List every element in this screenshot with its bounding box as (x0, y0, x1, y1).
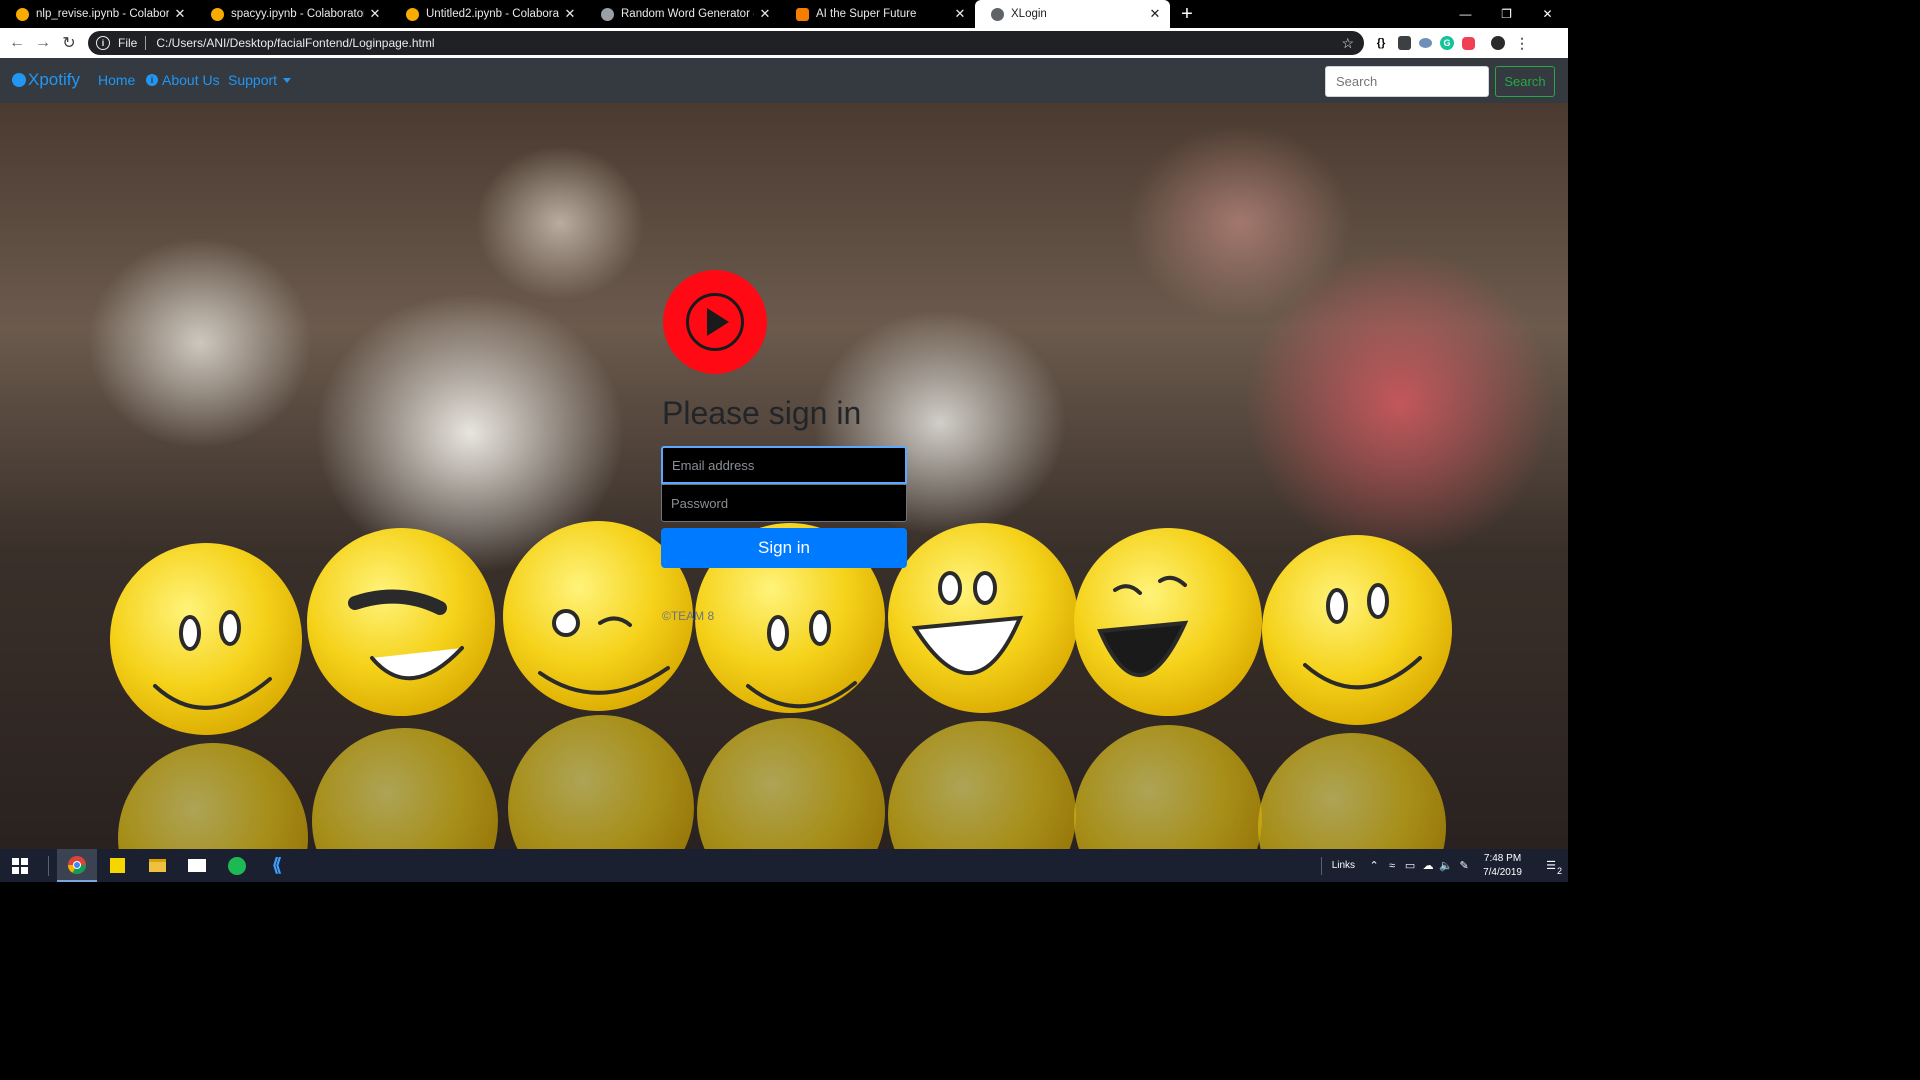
tray-divider (1320, 856, 1322, 875)
clock-date: 7/4/2019 (1483, 866, 1522, 878)
volume-icon[interactable]: 🔈 (1437, 859, 1455, 872)
close-tab-icon[interactable]: ✕ (368, 6, 382, 22)
nav-support-dropdown[interactable]: Support (228, 72, 292, 88)
globe-icon (991, 7, 1004, 21)
tab-title: XLogin (1011, 8, 1047, 20)
nav-home-link[interactable]: Home (98, 72, 135, 88)
system-clock[interactable]: 7:48 PM 7/4/2019 (1483, 852, 1522, 880)
info-circle-icon: i (146, 74, 158, 86)
address-scheme-label: File (118, 36, 138, 50)
close-tab-icon[interactable]: ✕ (173, 6, 187, 22)
browser-tab[interactable]: Random Word Generator - Parag ✕ (585, 0, 780, 28)
music-logo-icon (663, 270, 767, 374)
vscode-icon[interactable]: ⟪ (257, 849, 297, 882)
nav-about-label: About Us (162, 72, 220, 88)
mask-extension-icon[interactable] (1419, 38, 1432, 48)
nav-support-label: Support (228, 72, 278, 88)
site-navbar: Xpotify Home i About Us Support Search (0, 58, 1568, 103)
password-field[interactable] (661, 484, 907, 522)
file-explorer-icon[interactable] (137, 849, 177, 882)
folder-glyph (148, 859, 166, 872)
play-ring (686, 293, 744, 351)
browser-tab[interactable]: Untitled2.ipynb - Colaboratory ✕ (390, 0, 585, 28)
tab-title: Random Word Generator - Parag (621, 8, 754, 20)
chrome-icon[interactable] (57, 849, 97, 882)
reload-icon[interactable]: ↻ (56, 30, 82, 56)
battery-icon[interactable]: ▭ (1401, 859, 1419, 872)
extensions-area: {} G ⋮ (1372, 31, 1531, 55)
bookmark-star-icon[interactable]: ☆ (1341, 35, 1354, 52)
notification-count: 2 (1556, 866, 1562, 876)
browser-tab[interactable]: nlp_revise.ipynb - Colaboratory ✕ (0, 0, 195, 28)
brand-link[interactable]: Xpotify (12, 70, 80, 90)
divider (145, 36, 147, 50)
back-arrow-icon[interactable]: ← (4, 30, 30, 56)
profile-avatar-icon[interactable] (1491, 36, 1505, 50)
sign-in-button[interactable]: Sign in (661, 528, 907, 568)
footer-copyright: ©TEAM 8 (662, 609, 715, 623)
links-toolbar-label[interactable]: Links (1332, 860, 1355, 871)
tab-title: spacyy.ipynb - Colaboratory (231, 8, 364, 20)
brand-name: Xpotify (28, 70, 80, 89)
grammarly-icon[interactable]: G (1440, 36, 1454, 50)
window-controls: — ❐ ✕ (1445, 0, 1568, 28)
page-viewport: Xpotify Home i About Us Support Search S… (0, 58, 1568, 849)
tab-title: AI the Super Future (816, 8, 917, 20)
address-url: C:/Users/ANI/Desktop/facialFontend/Login… (156, 36, 435, 50)
email-field[interactable] (661, 446, 907, 484)
pocket-extension-icon[interactable] (1462, 36, 1475, 50)
spotify-icon[interactable] (217, 849, 257, 882)
navbar-search-button[interactable]: Search (1495, 66, 1555, 97)
forward-arrow-icon[interactable]: → (30, 30, 56, 56)
system-tray: Links ⌃ ≈ ▭ ☁ 🔈 ✎ 7:48 PM 7/4/2019 ☰ 2 (1320, 849, 1568, 882)
nav-about-link[interactable]: i About Us (146, 72, 220, 88)
shield-extension-icon[interactable] (1398, 36, 1411, 50)
info-icon[interactable]: i (96, 36, 110, 50)
blogger-icon (796, 7, 809, 21)
minimize-icon[interactable]: — (1445, 0, 1486, 28)
colab-icon (211, 7, 224, 21)
caret-down-icon (283, 78, 292, 83)
close-tab-icon[interactable]: ✕ (563, 6, 577, 22)
onedrive-icon[interactable]: ☁ (1419, 859, 1437, 872)
sticky-notes-glyph (109, 858, 125, 873)
browser-tab[interactable]: AI the Super Future ✕ (780, 0, 975, 28)
browser-tab-active[interactable]: XLogin ✕ (975, 0, 1170, 28)
envelope-glyph (188, 859, 206, 872)
clock-time: 7:48 PM (1483, 852, 1522, 864)
colab-icon (406, 7, 419, 21)
menu-dots-icon[interactable]: ⋮ (1513, 34, 1531, 52)
spotify-glyph (228, 856, 246, 875)
close-tab-icon[interactable]: ✕ (953, 6, 967, 22)
close-window-icon[interactable]: ✕ (1527, 0, 1568, 28)
play-icon (707, 308, 729, 336)
address-bar[interactable]: i File C:/Users/ANI/Desktop/facialFonten… (88, 31, 1364, 55)
close-tab-icon[interactable]: ✕ (1148, 6, 1162, 22)
windows-start-icon[interactable] (0, 849, 40, 882)
mail-icon[interactable] (177, 849, 217, 882)
page-title: Please sign in (662, 395, 862, 431)
close-tab-icon[interactable]: ✕ (758, 6, 772, 22)
spotify-logo-icon (12, 73, 26, 87)
json-extension-icon[interactable]: {} (1372, 34, 1390, 52)
vscode-glyph: ⟪ (271, 855, 282, 875)
browser-toolbar: ← → ↻ i File C:/Users/ANI/Desktop/facial… (0, 28, 1568, 58)
tab-title: Untitled2.ipynb - Colaboratory (426, 8, 559, 20)
sticky-notes-icon[interactable] (97, 849, 137, 882)
taskbar-divider (48, 855, 49, 876)
navbar-search-input[interactable] (1325, 66, 1489, 97)
action-center-icon[interactable]: ☰ 2 (1534, 859, 1568, 876)
pen-icon[interactable]: ✎ (1455, 859, 1473, 872)
browser-tab[interactable]: spacyy.ipynb - Colaboratory ✕ (195, 0, 390, 28)
new-tab-plus-icon[interactable]: + (1174, 0, 1200, 28)
chevron-up-icon[interactable]: ⌃ (1365, 859, 1383, 872)
os-taskbar: ⟪ Links ⌃ ≈ ▭ ☁ 🔈 ✎ 7:48 PM 7/4/2019 ☰ 2 (0, 849, 1568, 882)
browser-tab-strip: nlp_revise.ipynb - Colaboratory ✕ spacyy… (0, 0, 1568, 28)
globe-icon (601, 7, 614, 21)
colab-icon (16, 7, 29, 21)
restore-icon[interactable]: ❐ (1486, 0, 1527, 28)
tab-title: nlp_revise.ipynb - Colaboratory (36, 8, 169, 20)
wifi-icon[interactable]: ≈ (1383, 860, 1401, 872)
